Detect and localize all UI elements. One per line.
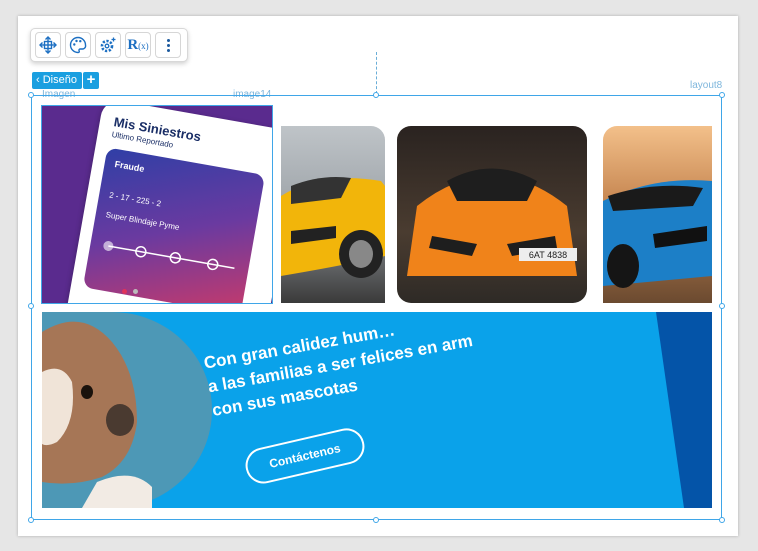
resize-handle-bl[interactable] bbox=[28, 517, 34, 523]
resize-handle-mr[interactable] bbox=[719, 303, 725, 309]
palette-icon bbox=[69, 36, 87, 54]
kebab-icon bbox=[166, 38, 170, 52]
resize-handle-bc[interactable] bbox=[373, 517, 379, 523]
layout8-label: layout8 bbox=[690, 80, 723, 91]
settings-button[interactable] bbox=[95, 32, 121, 58]
image-selection[interactable] bbox=[41, 105, 273, 304]
move-arrows-icon bbox=[39, 36, 57, 54]
more-options-button[interactable] bbox=[155, 32, 181, 58]
design-back-button[interactable]: ‹ Diseño bbox=[32, 72, 82, 89]
resize-handle-br[interactable] bbox=[719, 517, 725, 523]
rx-icon: R(x) bbox=[127, 36, 149, 53]
gear-sparkle-icon bbox=[100, 37, 116, 53]
responsive-rx-button[interactable]: R(x) bbox=[125, 32, 151, 58]
add-element-button[interactable]: + bbox=[83, 72, 99, 89]
resize-handle-ml[interactable] bbox=[28, 303, 34, 309]
resize-handle-tr[interactable] bbox=[719, 92, 725, 98]
resize-handle-tl[interactable] bbox=[28, 92, 34, 98]
drop-guide-line bbox=[376, 52, 377, 94]
style-button[interactable] bbox=[65, 32, 91, 58]
move-button[interactable] bbox=[35, 32, 61, 58]
element-toolbar: R(x) bbox=[30, 28, 188, 62]
resize-handle-tc[interactable] bbox=[373, 92, 379, 98]
